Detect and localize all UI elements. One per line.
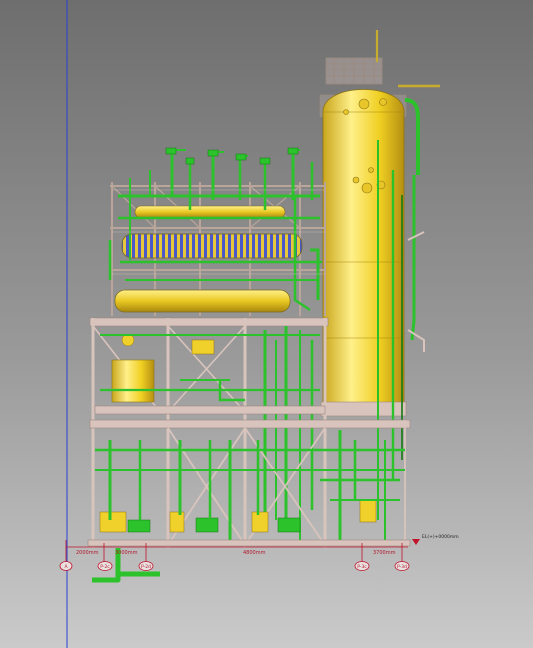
cad-3d-viewport[interactable]: 2000mm 3000mm 4800mm 3700mm A P-2c P-2d …	[0, 0, 533, 648]
grid-bubble-p3d[interactable]: P-3d	[394, 561, 410, 571]
dimension-label-2: 3000mm	[115, 550, 138, 556]
dimension-label-1: 2000mm	[76, 550, 99, 556]
grid-bubble-p2d[interactable]: P-2d	[138, 561, 154, 571]
level-2-beam	[89, 317, 329, 327]
ground-level-beam	[89, 419, 411, 429]
exchanger-drum-upper	[134, 205, 286, 219]
grid-bubble-label: P-2c	[100, 564, 110, 570]
grid-bubble-label: P-3d	[397, 564, 407, 570]
grid-bubble-p2c[interactable]: P-2c	[97, 561, 113, 571]
grid-bubble-p3c[interactable]: P-3c	[354, 561, 370, 571]
dimension-label-4: 3700mm	[373, 550, 396, 556]
grid-bubble-label: P-2d	[141, 564, 151, 570]
grid-bubble-a[interactable]: A	[59, 561, 73, 571]
exchanger-drum-lower	[114, 289, 291, 313]
elevation-label: EL(+)+0000mm	[422, 534, 459, 540]
grid-bubble-label: P-3c	[357, 564, 367, 570]
level-1-beam	[94, 405, 326, 415]
exchanger-bundle-upper	[121, 233, 303, 259]
pump-skid-yellow	[111, 359, 155, 403]
dimension-label-3: 4800mm	[243, 550, 266, 556]
column-top-platform	[325, 57, 383, 85]
plant-model-canvas[interactable]: 2000mm 3000mm 4800mm 3700mm A P-2c P-2d …	[0, 0, 533, 648]
small-tank-yellow	[191, 339, 215, 355]
